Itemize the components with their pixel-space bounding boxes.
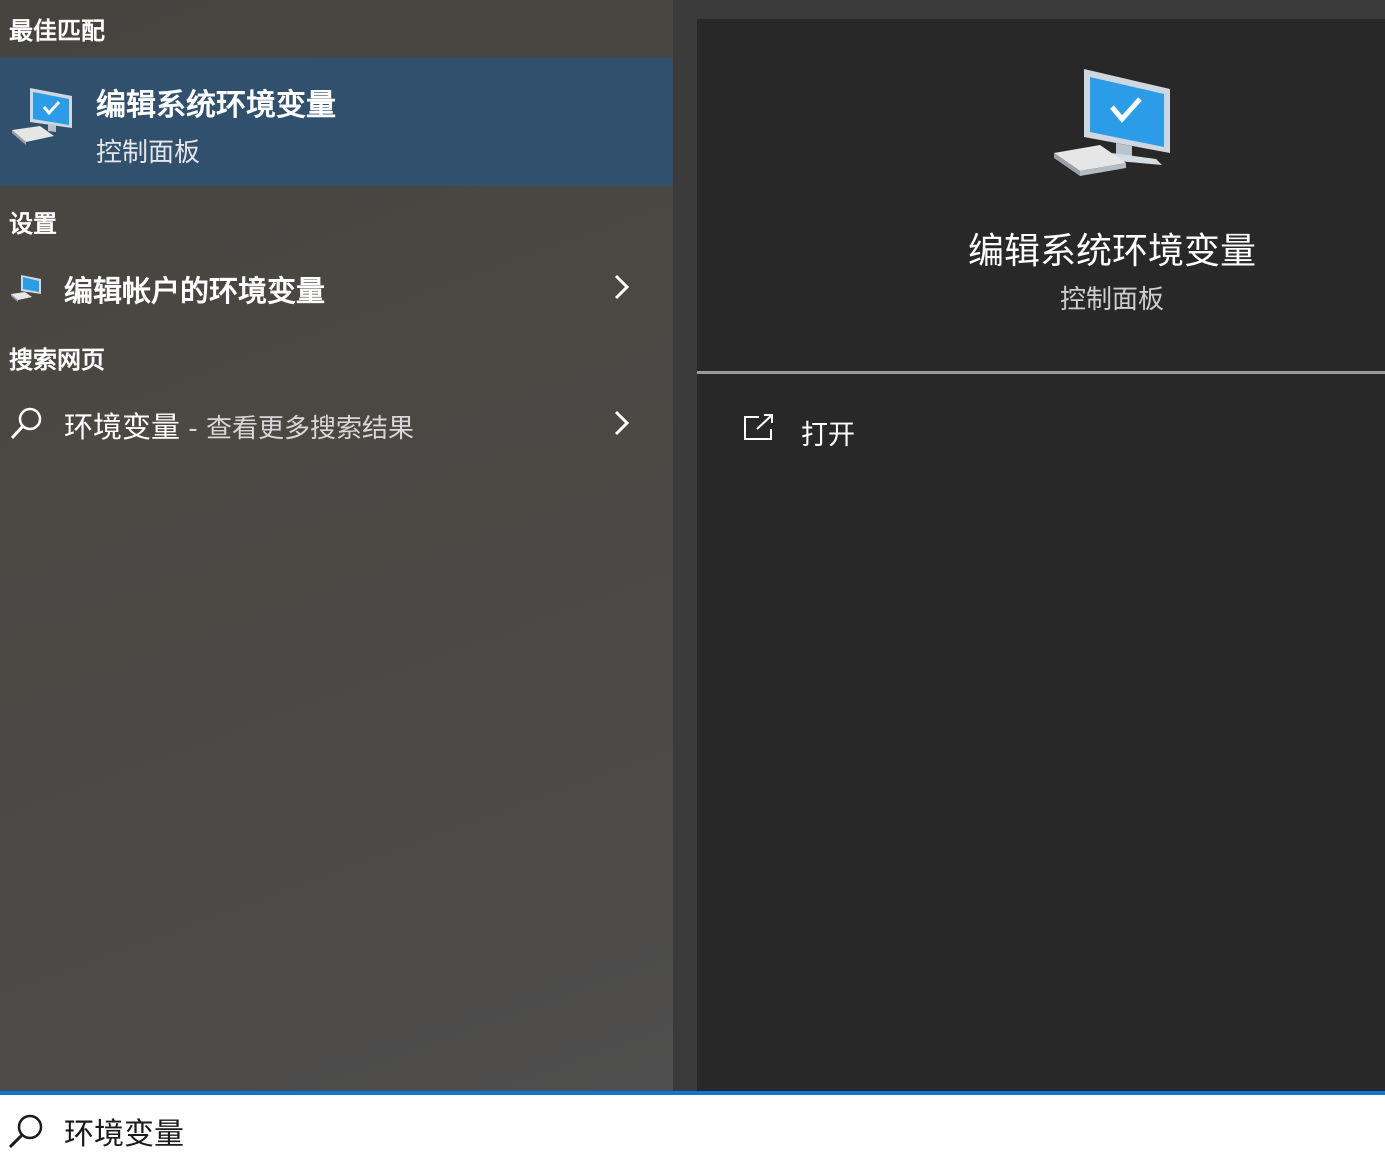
preview-subtitle: 控制面板 xyxy=(1059,285,1164,315)
web-search-separator: - xyxy=(180,414,206,444)
settings-header: 设置 xyxy=(9,210,57,238)
chevron-right-icon[interactable] xyxy=(610,272,634,302)
open-button[interactable]: 打开 xyxy=(743,407,963,457)
web-search-query: 环境变量 xyxy=(64,410,181,444)
best-match-header: 最佳匹配 xyxy=(9,17,105,45)
search-input[interactable]: 环境变量 xyxy=(64,1109,184,1153)
preview-divider xyxy=(697,371,1385,374)
open-label: 打开 xyxy=(801,420,855,451)
settings-item-edit-account-env[interactable]: 编辑帐户的环境变量 xyxy=(0,256,673,320)
chevron-right-icon[interactable] xyxy=(610,408,634,438)
preview-title: 编辑系统环境变量 xyxy=(967,231,1256,272)
search-icon xyxy=(8,1114,43,1149)
web-search-item[interactable]: 环境变量 - 查看更多搜索结果 xyxy=(0,392,673,456)
best-match-title: 编辑系统环境变量 xyxy=(96,88,336,123)
preview-pane: 编辑系统环境变量 控制面板 打开 xyxy=(697,19,1385,1091)
web-search-header: 搜索网页 xyxy=(9,346,105,374)
web-search-hint: 查看更多搜索结果 xyxy=(205,414,414,444)
results-pane: 最佳匹配 编辑系统环境变量 控制面板 设置 编辑帐户的环境变量 搜索网页 环境变… xyxy=(0,0,673,1091)
settings-item-label: 编辑帐户的环境变量 xyxy=(64,274,326,308)
best-match-item[interactable]: 编辑系统环境变量 控制面板 xyxy=(0,58,673,186)
search-icon xyxy=(10,407,42,440)
open-external-icon xyxy=(744,414,773,440)
best-match-subtitle: 控制面板 xyxy=(96,138,201,168)
monitor-checkmark-icon xyxy=(1054,69,1170,176)
monitor-checkmark-icon xyxy=(12,88,72,145)
monitor-settings-icon xyxy=(11,275,41,302)
search-box[interactable]: 环境变量 xyxy=(0,1091,1385,1166)
web-search-label: 环境变量 - 查看更多搜索结果 xyxy=(64,404,414,446)
